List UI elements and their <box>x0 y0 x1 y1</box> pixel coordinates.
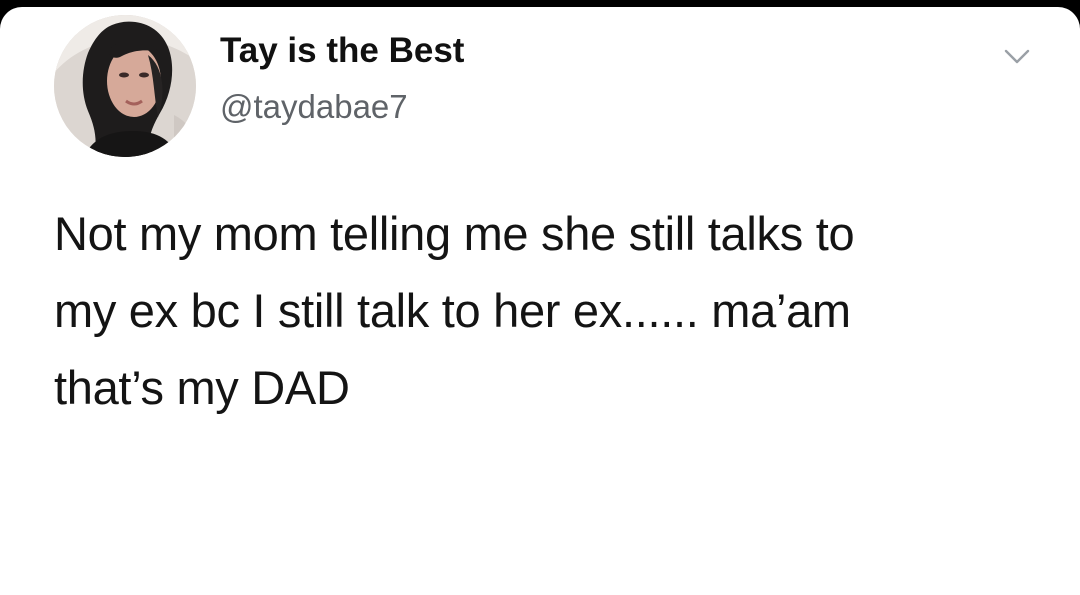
tweet-text-line: my ex bc I still talk to her ex...... ma… <box>54 284 851 337</box>
tweet-card: Tay is the Best @taydabae7 Not my mom te… <box>0 7 1080 595</box>
more-options-button[interactable] <box>996 35 1038 77</box>
tweet-text: Not my mom telling me she still talks to… <box>54 195 1044 426</box>
user-handle[interactable]: @taydabae7 <box>220 90 408 123</box>
tweet-text-line: Not my mom telling me she still talks to <box>54 207 855 260</box>
profile-photo-icon <box>54 15 196 157</box>
chevron-down-icon <box>1004 49 1030 64</box>
display-name[interactable]: Tay is the Best <box>220 33 464 68</box>
tweet-text-line: that’s my DAD <box>54 361 350 414</box>
avatar[interactable] <box>54 15 196 157</box>
